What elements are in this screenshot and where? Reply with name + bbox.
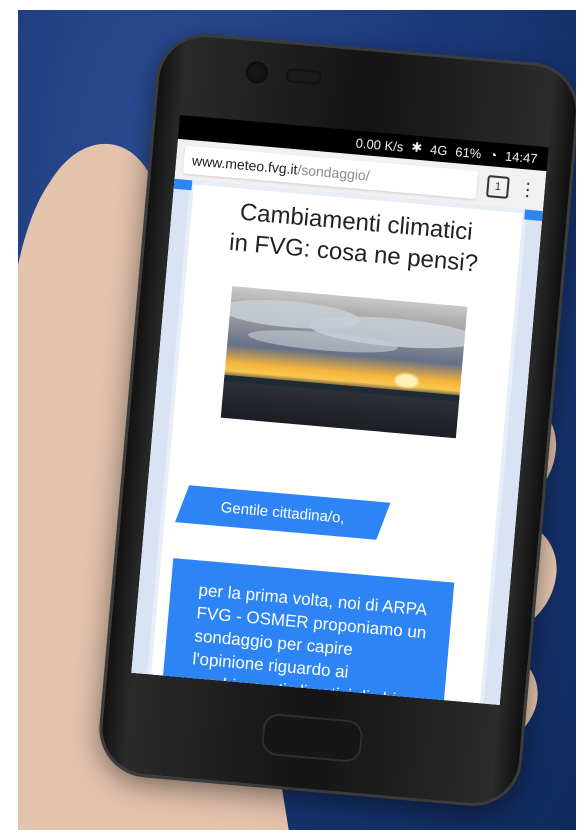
smartphone: 0.00 K/s ✱ 4G 61% ◔ 14:47 www.meteo.fvg.… (98, 33, 576, 807)
intro-card: per la prima volta, noi di ARPA FVG - OS… (158, 558, 455, 706)
left-accent-bar (173, 178, 193, 191)
webpage: Cambiamenti climatici in FVG: cosa ne pe… (131, 178, 543, 706)
more-vert-icon[interactable]: ⋮ (518, 178, 538, 200)
greeting-banner: Gentile cittadina/o, (175, 485, 391, 540)
sunset-image (220, 286, 468, 439)
front-camera (245, 60, 269, 85)
phone-screen: 0.00 K/s ✱ 4G 61% ◔ 14:47 www.meteo.fvg.… (131, 114, 549, 706)
info-badge-icon[interactable]: ! (139, 675, 155, 691)
right-accent-bar (524, 209, 543, 221)
battery-icon: ◔ (488, 146, 498, 163)
signal-indicator: 4G (429, 141, 449, 158)
battery-percentage: 61% (454, 143, 483, 161)
sun-glow (394, 372, 420, 389)
page-title: Cambiamenti climatici in FVG: cosa ne pe… (188, 192, 522, 283)
network-speed: 0.00 K/s (355, 134, 405, 155)
intro-text: per la prima volta, noi di ARPA FVG - OS… (188, 580, 428, 706)
speaker-grille (285, 68, 323, 86)
greeting-text: Gentile cittadina/o, (220, 498, 346, 527)
photo-background: 0.00 K/s ✱ 4G 61% ◔ 14:47 www.meteo.fvg.… (18, 10, 576, 830)
url-domain: www.meteo.fvg.it (191, 152, 299, 178)
tab-switcher-button[interactable]: 1 (485, 175, 510, 199)
clock: 14:47 (504, 148, 539, 166)
horizon-line (223, 374, 460, 402)
url-path: /sondaggio/ (296, 161, 371, 184)
home-button[interactable] (260, 712, 364, 764)
survey-content: Cambiamenti climatici in FVG: cosa ne pe… (139, 184, 523, 706)
bluetooth-icon: ✱ (410, 139, 423, 156)
